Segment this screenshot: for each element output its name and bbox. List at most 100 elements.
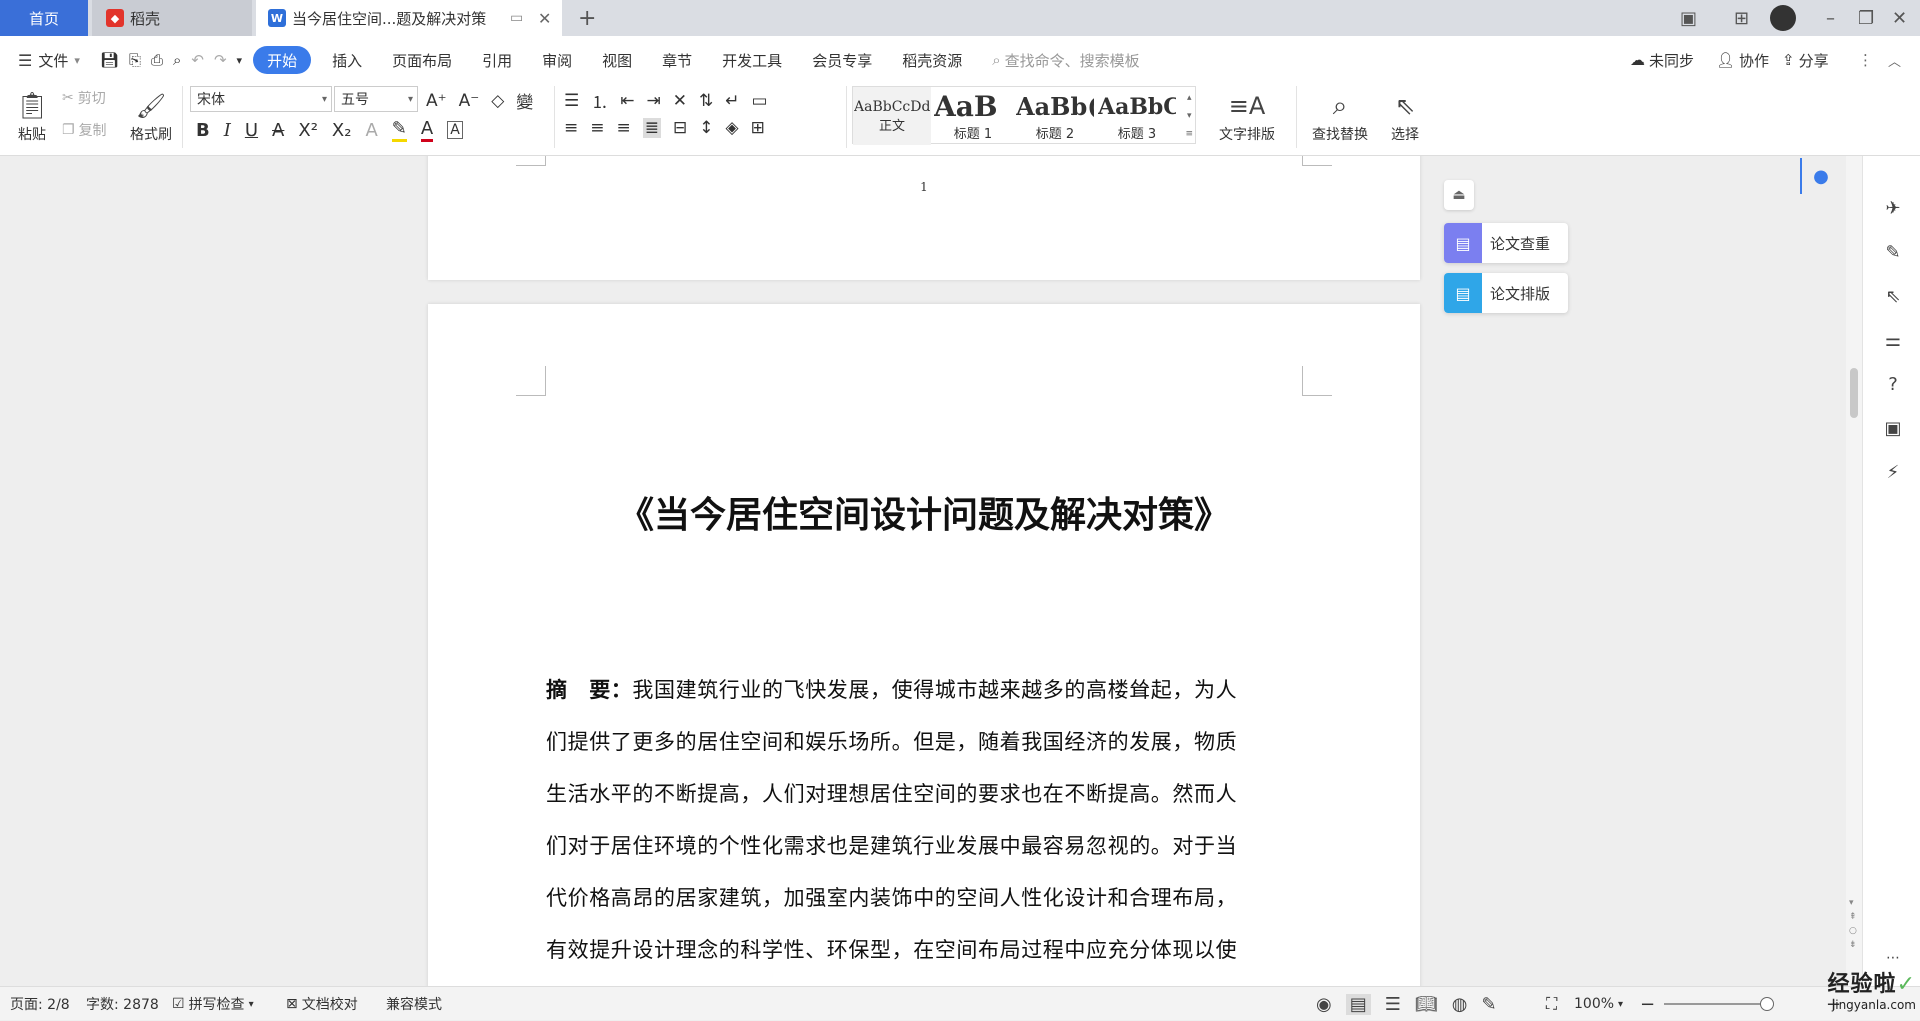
font-size-select[interactable]: 五号 ▾: [334, 86, 418, 112]
apps-grid-icon[interactable]: ⊞: [1734, 0, 1749, 36]
clear-format-icon[interactable]: ◇: [491, 91, 504, 111]
align-right-icon[interactable]: ≡: [617, 118, 631, 138]
align-center-icon[interactable]: ≡: [590, 118, 604, 138]
sync-status[interactable]: ☁ 未同步: [1630, 50, 1694, 71]
collapse-ribbon-icon[interactable]: ︿: [1888, 51, 1901, 70]
vertical-scrollbar[interactable]: ▾ ⇞ ○ ⇟: [1846, 156, 1862, 986]
lightning-icon[interactable]: ⚡: [1881, 460, 1905, 484]
collab-button[interactable]: 👤︎ 协作: [1716, 50, 1769, 71]
print-icon[interactable]: ⎙: [146, 46, 168, 74]
menu-review[interactable]: 审阅: [527, 46, 587, 74]
eye-protection-icon[interactable]: ◉: [1316, 994, 1332, 1015]
font-family-select[interactable]: 宋体 ▾: [190, 86, 332, 112]
decrease-indent-icon[interactable]: ⇤: [620, 91, 634, 111]
paper-layout-button[interactable]: ▤ 论文排版: [1444, 273, 1568, 313]
share-button[interactable]: ⇪ 分享: [1782, 50, 1829, 71]
file-menu[interactable]: ☰ 文件 ▾: [0, 46, 95, 74]
redo-icon[interactable]: ↷: [209, 46, 232, 74]
restore-icon[interactable]: ❐: [1858, 0, 1874, 36]
underline-icon[interactable]: U: [245, 120, 258, 141]
highlight-icon[interactable]: ✎: [391, 118, 407, 142]
zoom-slider-handle[interactable]: [1760, 997, 1774, 1011]
export-pdf-icon[interactable]: ⎘: [124, 46, 146, 74]
phonetic-icon[interactable]: 變: [516, 88, 533, 113]
write-mode-icon[interactable]: ✎: [1481, 994, 1496, 1015]
sort-icon[interactable]: ⇅: [699, 91, 713, 111]
page-view-icon[interactable]: ▤: [1345, 993, 1371, 1015]
format-painter-button[interactable]: 🖌︎ 格式刷: [126, 88, 176, 144]
style-heading-3[interactable]: AaBbC 标题 3: [1097, 87, 1177, 145]
tab-document[interactable]: W 当今居住空间...题及解决对策 ▭ ✕: [256, 0, 562, 36]
image-tools-icon[interactable]: ▣: [1881, 416, 1905, 440]
proofread-button[interactable]: ⊠ 文档校对: [286, 987, 358, 1021]
rocket-icon[interactable]: ✈: [1881, 196, 1905, 220]
minimize-icon[interactable]: –: [1826, 0, 1835, 36]
close-tab-icon[interactable]: ✕: [538, 9, 551, 28]
collapse-panel-icon[interactable]: ⏏: [1444, 180, 1474, 210]
word-count[interactable]: 字数: 2878: [86, 987, 159, 1021]
style-normal[interactable]: AaBbCcDd 正文: [853, 87, 931, 145]
shading-icon[interactable]: ◈: [726, 118, 739, 138]
menu-docer[interactable]: 稻壳资源: [887, 46, 977, 74]
select-button[interactable]: ⇖ 选择: [1382, 88, 1428, 144]
line-spacing-icon[interactable]: ↕: [699, 118, 713, 138]
save-icon[interactable]: 💾︎: [95, 46, 124, 74]
find-replace-button[interactable]: ⌕ 查找替换: [1304, 88, 1376, 144]
align-left-icon[interactable]: ≡: [564, 118, 578, 138]
style-heading-2[interactable]: AaBb( 标题 2: [1015, 87, 1095, 145]
fit-page-icon[interactable]: ⛶: [1546, 987, 1557, 1021]
show-marks-icon[interactable]: ↵: [725, 91, 739, 111]
avatar[interactable]: [1770, 0, 1796, 36]
tab-home[interactable]: 首页: [0, 0, 88, 36]
scroll-thumb[interactable]: [1850, 368, 1858, 418]
reading-view-icon[interactable]: 📖︎: [1415, 994, 1438, 1015]
web-view-icon[interactable]: ◍: [1452, 994, 1468, 1015]
style-gallery-scroll[interactable]: ▴ ▾ ≡: [1185, 89, 1193, 143]
menu-view[interactable]: 视图: [587, 46, 647, 74]
undo-icon[interactable]: ↶: [186, 46, 209, 74]
location-pin-icon[interactable]: ●: [1800, 158, 1840, 194]
increase-indent-icon[interactable]: ⇥: [647, 91, 661, 111]
paste-button[interactable]: 📋︎ 粘贴: [10, 88, 54, 144]
scroll-arrows[interactable]: ▾ ⇞ ○ ⇟: [1849, 896, 1857, 952]
bold-icon[interactable]: B: [196, 120, 210, 141]
zoom-level[interactable]: 100% ▾: [1574, 987, 1623, 1021]
page-indicator[interactable]: 页面: 2/8: [10, 987, 70, 1021]
superscript-icon[interactable]: X²: [298, 120, 318, 141]
style-heading-1[interactable]: AaB 标题 1: [933, 87, 1013, 145]
more-dots-icon[interactable]: ⋯: [1881, 946, 1905, 970]
menu-page-layout[interactable]: 页面布局: [377, 46, 467, 74]
copy-button[interactable]: ❐ 复制: [62, 120, 107, 140]
menu-member[interactable]: 会员专享: [797, 46, 887, 74]
justify-icon[interactable]: ≣: [642, 118, 661, 138]
more-icon[interactable]: ⋮: [1858, 51, 1873, 69]
pin-icon[interactable]: ▭: [510, 10, 523, 26]
spell-check-button[interactable]: ☑ 拼写检查 ▾: [172, 987, 254, 1021]
grow-font-icon[interactable]: A⁺: [426, 91, 447, 111]
distribute-icon[interactable]: ⊟: [673, 118, 687, 138]
text-layout-button[interactable]: ≡A 文字排版: [1212, 88, 1282, 144]
menu-developer[interactable]: 开发工具: [707, 46, 797, 74]
tab-shell[interactable]: ◆ 稻壳: [92, 0, 252, 36]
ruler-icon[interactable]: ▭: [752, 91, 768, 111]
print-preview-icon[interactable]: ⌕: [168, 46, 186, 74]
zoom-in-icon[interactable]: +: [1826, 987, 1841, 1021]
numbered-list-icon[interactable]: ⒈: [591, 88, 608, 113]
zoom-slider[interactable]: [1664, 987, 1774, 1021]
new-tab-button[interactable]: +: [578, 0, 596, 36]
menu-insert[interactable]: 插入: [317, 46, 377, 74]
menu-start[interactable]: 开始: [253, 46, 312, 74]
italic-icon[interactable]: I: [224, 120, 231, 141]
help-icon[interactable]: ?: [1881, 372, 1905, 396]
quick-access-dropdown-icon[interactable]: ▾: [232, 46, 248, 74]
paper-check-button[interactable]: ▤ 论文查重: [1444, 223, 1568, 263]
cut-button[interactable]: ✂ 剪切: [62, 88, 106, 108]
outline-view-icon[interactable]: ☰: [1385, 994, 1401, 1015]
subscript-icon[interactable]: X₂: [332, 120, 352, 141]
pointer-icon[interactable]: ⇖: [1881, 284, 1905, 308]
edit-pen-icon[interactable]: ✎: [1881, 240, 1905, 264]
zoom-out-icon[interactable]: −: [1640, 987, 1655, 1021]
page-2[interactable]: 《当今居住空间设计问题及解决对策》 摘 要：我国建筑行业的飞快发展，使得城市越来…: [428, 304, 1420, 986]
close-window-icon[interactable]: ✕: [1892, 0, 1907, 36]
text-effect-icon[interactable]: A: [365, 120, 377, 141]
